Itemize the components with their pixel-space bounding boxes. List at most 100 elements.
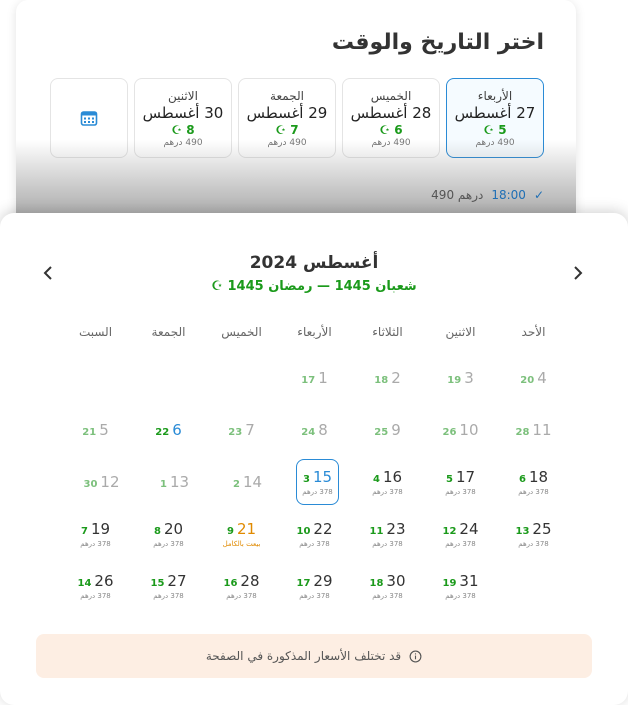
gregorian-day: 30 bbox=[386, 572, 406, 590]
calendar-day[interactable]: 26 14 378 درهم bbox=[59, 563, 132, 609]
calendar-day[interactable]: 27 15 378 درهم bbox=[132, 563, 205, 609]
gregorian-day: 5 bbox=[99, 421, 109, 439]
hijri-day: 5 ☪ bbox=[483, 122, 507, 137]
day-price: 378 درهم bbox=[153, 592, 184, 600]
hijri-day: 28 bbox=[515, 427, 530, 438]
calendar-day-selected[interactable]: 15 3 378 درهم bbox=[296, 459, 339, 505]
time-slot-time: 18:00 bbox=[491, 188, 526, 202]
calendar-day: 5 21 bbox=[59, 407, 132, 453]
gregorian-day: 6 bbox=[172, 421, 182, 439]
gregorian-day: 29 bbox=[313, 572, 333, 590]
calendar-day[interactable]: 22 10 378 درهم bbox=[278, 511, 351, 557]
hijri-day: 30 bbox=[83, 479, 98, 490]
hijri-day: 4 bbox=[372, 474, 380, 485]
day-name: الأربعاء bbox=[477, 88, 513, 103]
day-numbers: 23 11 bbox=[370, 520, 406, 538]
gregorian-day: 14 bbox=[242, 473, 263, 491]
calendar-day[interactable]: 18 6 378 درهم bbox=[497, 459, 570, 505]
time-slot[interactable]: 490 درهم 18:00 ✓ bbox=[431, 188, 544, 202]
calendar-day: 3 19 bbox=[424, 355, 497, 401]
hijri-range: شعبان 1445 — رمضان 1445 ☪ bbox=[211, 279, 417, 294]
day-numbers: 22 10 bbox=[297, 520, 333, 538]
calendar-day[interactable]: 30 18 378 درهم bbox=[351, 563, 424, 609]
gregorian-day: 11 bbox=[532, 421, 552, 439]
day-price: 378 درهم bbox=[153, 540, 184, 548]
hijri-day: 9 bbox=[226, 526, 234, 537]
hijri-day: 8 ☪ bbox=[171, 122, 195, 137]
weekday-label: الجمعة bbox=[151, 325, 186, 339]
calendar-day[interactable]: 28 16 378 درهم bbox=[205, 563, 278, 609]
calendar-day[interactable]: 23 11 378 درهم bbox=[351, 511, 424, 557]
day-name: الاثنين bbox=[168, 88, 198, 103]
day-numbers: 2 18 bbox=[374, 369, 400, 387]
calendar-day: 14 2 bbox=[211, 459, 284, 505]
weekday-label: الخميس bbox=[221, 325, 262, 339]
day-price: 378 درهم bbox=[299, 592, 330, 600]
page-title: اختر التاريخ والوقت bbox=[331, 30, 544, 55]
weekday-label: الاثنين bbox=[445, 325, 476, 339]
day-price: 378 درهم bbox=[445, 592, 476, 600]
day-price: 378 درهم bbox=[80, 592, 111, 600]
calendar-day[interactable]: 31 19 378 درهم bbox=[424, 563, 497, 609]
hijri-day: 10 bbox=[296, 526, 311, 537]
calendar-day: 4 20 bbox=[497, 355, 570, 401]
calendar-day[interactable]: 29 17 378 درهم bbox=[278, 563, 351, 609]
day-price: 378 درهم bbox=[302, 488, 333, 496]
hijri-day: 14 bbox=[77, 578, 92, 589]
calendar-day[interactable]: 6 22 bbox=[132, 407, 205, 453]
hijri-day: 13 bbox=[515, 526, 530, 537]
day-numbers: 28 16 bbox=[224, 572, 260, 590]
weekday-label: الأحد bbox=[521, 325, 546, 339]
calendar-day[interactable]: 25 13 378 درهم bbox=[497, 511, 570, 557]
calendar-day[interactable]: 17 5 378 درهم bbox=[424, 459, 497, 505]
calendar-day: 13 1 bbox=[138, 459, 211, 505]
weekday-label: الأربعاء bbox=[297, 325, 332, 339]
price-notice: قد تختلف الأسعار المذكورة في الصفحة bbox=[36, 634, 592, 678]
day-numbers: 6 22 bbox=[155, 421, 181, 439]
day-numbers: 29 17 bbox=[297, 572, 333, 590]
day-price: 378 درهم bbox=[372, 540, 403, 548]
day-numbers: 4 20 bbox=[520, 369, 546, 387]
hijri-day: 17 bbox=[301, 375, 316, 386]
calendar-day: 10 26 bbox=[424, 407, 497, 453]
gregorian-day: 1 bbox=[318, 369, 328, 387]
calendar-week: 25 13 378 درهم 24 12 378 درهم 23 11 378 درهم 22 10… bbox=[58, 511, 570, 563]
hijri-day: 22 bbox=[155, 427, 170, 438]
empty-day bbox=[59, 355, 132, 401]
calendar-day[interactable]: 20 8 378 درهم bbox=[132, 511, 205, 557]
gregorian-day: 25 bbox=[532, 520, 552, 538]
hijri-day: 17 bbox=[296, 578, 311, 589]
hijri-day: 25 bbox=[374, 427, 389, 438]
gregorian-day: 2 bbox=[391, 369, 401, 387]
day-price: 378 درهم bbox=[299, 540, 330, 548]
calendar-day: 8 24 bbox=[278, 407, 351, 453]
empty-day bbox=[497, 563, 570, 609]
day-numbers: 5 21 bbox=[82, 421, 108, 439]
calendar-day: 9 25 bbox=[351, 407, 424, 453]
day-numbers: 30 18 bbox=[370, 572, 406, 590]
time-slot-price: 490 درهم bbox=[431, 188, 484, 202]
hijri-day: 18 bbox=[374, 375, 389, 386]
hijri-day: 21 bbox=[82, 427, 97, 438]
gregorian-day: 8 bbox=[318, 421, 328, 439]
gregorian-day: 18 bbox=[528, 468, 549, 486]
day-numbers: 17 5 bbox=[446, 468, 475, 486]
hijri-day: 8 bbox=[153, 526, 161, 537]
calendar-day[interactable]: 16 4 378 درهم bbox=[351, 459, 424, 505]
hijri-day: 3 bbox=[302, 474, 310, 485]
calendar-day[interactable]: 24 12 378 درهم bbox=[424, 511, 497, 557]
calendar-day[interactable]: 19 7 378 درهم bbox=[59, 511, 132, 557]
hijri-day: 1 bbox=[159, 479, 167, 490]
notice-text: قد تختلف الأسعار المذكورة في الصفحة bbox=[205, 649, 402, 663]
day-numbers: 20 8 bbox=[154, 520, 183, 538]
day-numbers: 31 19 bbox=[443, 572, 479, 590]
day-numbers: 3 19 bbox=[447, 369, 473, 387]
day-date: 30 أغسطس bbox=[142, 103, 224, 122]
calendar-week: 31 19 378 درهم 30 18 378 درهم 29 17 378 درهم 28 16… bbox=[58, 563, 570, 615]
day-price: 378 درهم bbox=[518, 540, 549, 548]
hijri-day: 20 bbox=[520, 375, 535, 386]
day-numbers: 9 25 bbox=[374, 421, 400, 439]
calendar-day[interactable]: 21 9 بيعت بالكامل bbox=[205, 511, 278, 557]
gregorian-day: 24 bbox=[459, 520, 479, 538]
hijri-day: 5 bbox=[445, 474, 453, 485]
